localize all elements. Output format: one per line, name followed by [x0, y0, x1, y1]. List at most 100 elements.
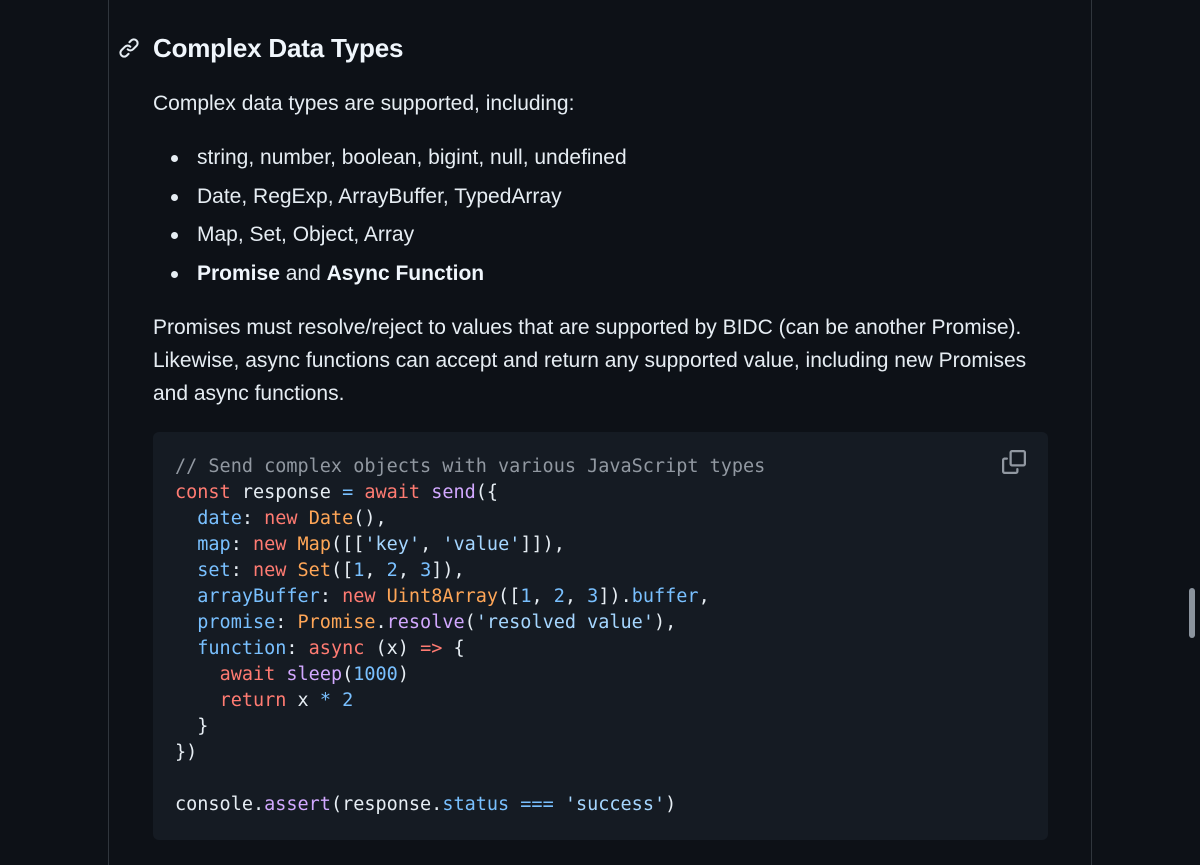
- code-token: date: [197, 508, 242, 529]
- code-token: ]]),: [520, 534, 565, 555]
- code-token: ===: [520, 794, 554, 815]
- code-token: new: [252, 560, 287, 581]
- code-token: Map: [297, 534, 331, 555]
- code-token: console.: [175, 794, 265, 815]
- code-content: // Send complex objects with various Jav…: [175, 454, 765, 818]
- code-token: 2: [342, 690, 354, 711]
- code-token: ,: [397, 560, 421, 581]
- code-token: ,: [564, 586, 588, 607]
- code-token: ]).: [598, 586, 632, 607]
- copy-icon[interactable]: [1002, 450, 1026, 474]
- code-line: await sleep(1000): [175, 664, 409, 685]
- code-token: .: [375, 612, 387, 633]
- code-token: status: [442, 794, 510, 815]
- code-token: :: [241, 508, 265, 529]
- code-token: ,: [531, 586, 554, 607]
- list-item-strong-async: Async Function: [326, 261, 485, 285]
- code-token: x: [286, 690, 320, 711]
- code-token: ,: [364, 560, 387, 581]
- list-item-strong-promise: Promise: [197, 261, 280, 285]
- code-token: // Send complex objects with various Jav…: [175, 456, 766, 477]
- code-token: 2: [386, 560, 398, 581]
- code-token: (: [342, 664, 354, 685]
- code-token: 'resolved value': [475, 612, 654, 633]
- code-line: }: [175, 716, 208, 737]
- code-token: (x): [364, 638, 421, 659]
- code-token: arrayBuffer: [197, 586, 320, 607]
- code-token: (response.: [330, 794, 443, 815]
- bullet-icon: [171, 193, 178, 201]
- code-token: Uint8Array: [386, 586, 499, 607]
- code-token: (: [464, 612, 476, 633]
- code-line: promise: Promise.resolve('resolved value…: [175, 612, 676, 633]
- list-item: string, number, boolean, bigint, null, u…: [153, 140, 627, 179]
- code-token: ([[: [330, 534, 365, 555]
- code-token: set: [197, 560, 231, 581]
- list-item: Date, RegExp, ArrayBuffer, TypedArray: [153, 179, 627, 218]
- code-token: new: [252, 534, 287, 555]
- list-item: Promise and Async Function: [153, 256, 627, 295]
- code-token: 'value': [442, 534, 521, 555]
- code-token: response: [230, 482, 343, 503]
- code-token: ,: [698, 586, 710, 607]
- code-token: ({: [475, 482, 499, 503]
- code-token: ): [397, 664, 409, 685]
- code-token: function: [197, 638, 287, 659]
- list-item-text: string, number, boolean, bigint, null, u…: [197, 146, 627, 169]
- code-token: =: [342, 482, 354, 503]
- code-token: async: [308, 638, 365, 659]
- code-token: :: [286, 638, 309, 659]
- code-token: 1000: [353, 664, 398, 685]
- code-token: ]),: [431, 560, 465, 581]
- code-token: 1: [353, 560, 365, 581]
- code-token: :: [230, 534, 253, 555]
- intro-text: Complex data types are supported, includ…: [153, 92, 575, 115]
- code-token: return: [219, 690, 287, 711]
- code-token: =>: [420, 638, 443, 659]
- code-line: }): [175, 742, 197, 763]
- link-icon[interactable]: [118, 37, 140, 59]
- list-item-text: and: [279, 261, 327, 285]
- code-token: {: [442, 638, 465, 659]
- code-token: 3: [587, 586, 599, 607]
- code-token: }): [175, 742, 198, 763]
- code-token: new: [342, 586, 376, 607]
- code-line: set: new Set([1, 2, 3]),: [175, 560, 465, 581]
- code-token: map: [197, 534, 231, 555]
- code-token: ([: [330, 560, 354, 581]
- code-token: 'key': [364, 534, 421, 555]
- scrollbar-thumb[interactable]: [1189, 588, 1195, 638]
- code-token: *: [319, 690, 331, 711]
- code-token: :: [275, 612, 298, 633]
- supported-types-list: string, number, boolean, bigint, null, u…: [153, 140, 627, 294]
- code-token: Date: [308, 508, 354, 529]
- code-token: 1: [520, 586, 532, 607]
- code-token: ([: [498, 586, 521, 607]
- code-token: new: [264, 508, 298, 529]
- code-token: assert: [264, 794, 331, 815]
- code-block: // Send complex objects with various Jav…: [153, 432, 1048, 840]
- code-token: 3: [420, 560, 432, 581]
- code-line: arrayBuffer: new Uint8Array([1, 2, 3]).b…: [175, 586, 710, 607]
- code-token: resolve: [386, 612, 465, 633]
- code-token: 'success': [564, 794, 666, 815]
- bullet-icon: [171, 232, 178, 239]
- code-token: sleep: [286, 664, 343, 685]
- code-token: send: [431, 482, 476, 503]
- code-token: :: [230, 560, 253, 581]
- code-line: map: new Map([['key', 'value']]),: [175, 534, 565, 555]
